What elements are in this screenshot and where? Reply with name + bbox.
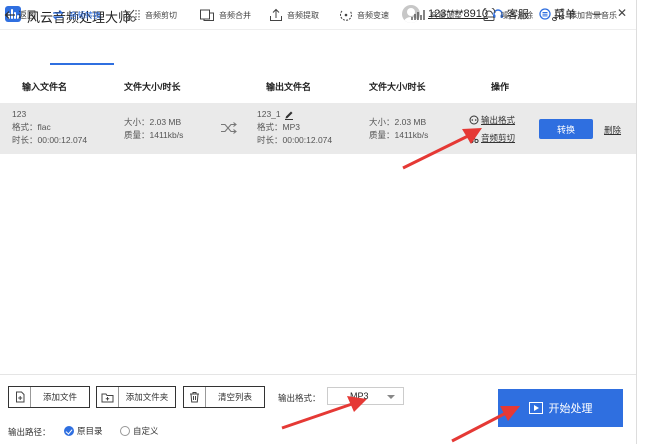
start-processing-button[interactable]: 开始处理 (498, 389, 623, 427)
header-output-name: 输出文件名 (266, 82, 312, 92)
trash-icon (190, 392, 199, 403)
output-filename: 123_1 格式：MP3 时长：00:00:12.074 (257, 109, 333, 145)
tab-speed[interactable]: 音频变速 (339, 5, 389, 25)
header-input-name: 输入文件名 (22, 82, 68, 92)
audio-cut-link[interactable]: 音频剪切 (469, 132, 515, 144)
output-format-value: MP3 (350, 391, 369, 401)
add-file-button[interactable]: 添加文件 (8, 386, 90, 408)
extract-icon (270, 8, 282, 21)
convert-button[interactable]: 转换 (539, 119, 593, 139)
menu-icon (539, 8, 551, 20)
volume-icon (411, 10, 425, 20)
tab-volume[interactable]: 音量调整 (410, 5, 462, 25)
tab-merge-label: 音频合并 (219, 10, 251, 20)
tab-extract[interactable]: 音频提取 (269, 5, 319, 25)
tab-cut[interactable]: 音频剪切 (123, 5, 177, 25)
active-tab-indicator (50, 63, 114, 65)
tab-speed-label: 音频变速 (357, 10, 389, 20)
shuffle-icon (221, 122, 237, 134)
tab-volume-label: 音量调整 (430, 10, 462, 20)
folder-icon (101, 393, 114, 402)
path-option-custom[interactable]: 自定义 (120, 425, 159, 437)
merge-icon (200, 9, 214, 21)
output-format-select[interactable]: MP3 (327, 387, 404, 405)
tab-merge[interactable]: 音频合并 (199, 5, 251, 25)
add-file-icon (15, 391, 24, 403)
window-border (636, 0, 637, 444)
output-format-link[interactable]: 输出格式 (469, 114, 515, 126)
add-folder-button[interactable]: 添加文件夹 (96, 386, 176, 408)
speed-icon (340, 10, 352, 21)
header-input-size: 文件大小/时长 (124, 82, 181, 92)
path-option-original[interactable]: 原目录 (64, 425, 103, 437)
tab-convert-label: 音频转换 (69, 10, 101, 20)
delete-link[interactable]: 删除 (604, 124, 621, 136)
tab-extract-label: 音频提取 (287, 10, 319, 20)
tab-noise-label: 噪声消除 (501, 10, 533, 20)
tab-bgm[interactable]: 添加背景音乐 (551, 5, 617, 25)
tab-noise[interactable]: 噪声消除 (481, 5, 533, 25)
scissors-icon (123, 9, 140, 22)
noise-icon (482, 8, 496, 21)
input-filename: 123 格式：flac 时长：00:00:12.074 (12, 109, 88, 145)
back-button[interactable]: 返回 (4, 8, 36, 21)
back-label: 返回 (18, 10, 37, 20)
play-icon (528, 402, 543, 414)
tab-cut-label: 音频剪切 (145, 10, 177, 20)
arrow-left-icon (4, 10, 15, 19)
radio-unchecked-icon (120, 426, 130, 436)
radio-checked-icon (64, 426, 74, 436)
output-path-label: 输出路径： (8, 427, 51, 437)
settings-circle-icon (469, 115, 479, 125)
edit-pencil-icon[interactable] (284, 110, 294, 120)
scissors-icon (469, 133, 479, 143)
convert-icon (52, 10, 64, 20)
clear-list-button[interactable]: 清空列表 (183, 386, 265, 408)
input-size-info: 大小：2.03 MB 质量：1411kb/s (124, 117, 184, 140)
header-output-size: 文件大小/时长 (369, 82, 426, 92)
chevron-down-icon (387, 395, 395, 399)
tab-convert[interactable]: 音频转换 (51, 5, 101, 25)
table-header: 输入文件名 文件大小/时长 输出文件名 文件大小/时长 操作 (0, 80, 636, 94)
output-format-label: 输出格式： (278, 393, 321, 403)
output-size-info: 大小：2.03 MB 质量：1411kb/s (369, 117, 429, 140)
header-operation: 操作 (491, 82, 510, 92)
tab-bgm-label: 添加背景音乐 (569, 10, 617, 20)
music-note-icon (552, 8, 564, 22)
